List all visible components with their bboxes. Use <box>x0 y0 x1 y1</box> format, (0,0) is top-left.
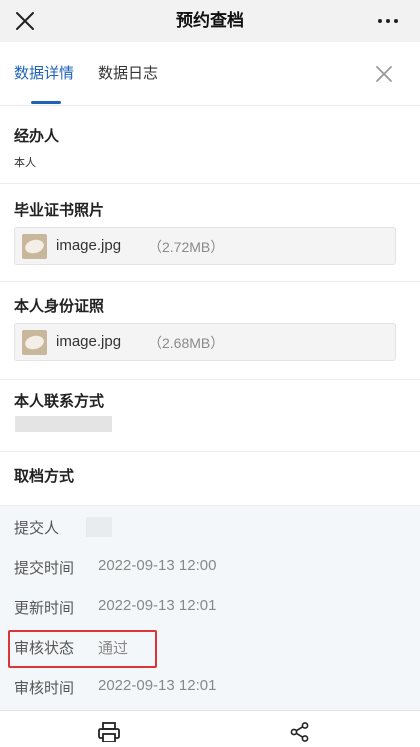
meta-label: 更新时间 <box>14 600 75 617</box>
meta-row-submit-time: 提交时间 2022-09-13 12:00 <box>0 557 420 577</box>
field-label: 本人身份证照 <box>14 298 105 315</box>
page-title: 预约查档 <box>176 11 244 30</box>
field-label: 经办人 <box>14 128 60 145</box>
active-tab-indicator <box>31 101 61 104</box>
meta-row-submitter: 提交人 <box>0 517 420 537</box>
close-icon[interactable] <box>375 65 393 83</box>
field-pickup-method: 取档方式 <box>0 452 420 506</box>
more-icon[interactable] <box>378 19 398 23</box>
redacted-value <box>86 517 112 537</box>
record-meta: 提交人 提交时间 2022-09-13 12:00 更新时间 2022-09-1… <box>0 506 420 710</box>
file-name: image.jpg <box>56 333 122 350</box>
meta-label: 审核时间 <box>14 680 75 697</box>
field-contact: 本人联系方式 <box>0 380 420 452</box>
redacted-value <box>15 416 112 432</box>
bottom-toolbar <box>0 710 420 747</box>
tab-bar: 数据详情 数据日志 <box>0 42 420 106</box>
file-size: （2.68MB） <box>148 335 225 351</box>
field-label: 取档方式 <box>14 468 75 485</box>
file-attachment[interactable]: image.jpg （2.72MB） <box>14 227 396 265</box>
meta-row-review-time: 审核时间 2022-09-13 12:01 <box>0 677 420 697</box>
meta-row-update-time: 更新时间 2022-09-13 12:01 <box>0 597 420 617</box>
field-label: 毕业证书照片 <box>14 202 105 219</box>
file-attachment[interactable]: image.jpg （2.68MB） <box>14 323 396 361</box>
meta-value: 2022-09-13 12:01 <box>98 677 217 694</box>
meta-value: 2022-09-13 12:00 <box>98 557 217 574</box>
image-thumbnail-icon <box>22 330 47 355</box>
field-diploma-photo: 毕业证书照片 image.jpg （2.72MB） <box>0 184 420 282</box>
field-value: 本人 <box>14 157 36 169</box>
tab-data-details[interactable]: 数据详情 <box>14 64 74 84</box>
file-size: （2.72MB） <box>148 239 225 255</box>
share-icon[interactable] <box>290 722 310 742</box>
image-thumbnail-icon <box>22 234 47 259</box>
field-label: 本人联系方式 <box>14 393 105 410</box>
file-name: image.jpg <box>56 237 122 254</box>
meta-label: 提交时间 <box>14 560 75 577</box>
tab-data-log[interactable]: 数据日志 <box>98 64 158 84</box>
printer-icon[interactable] <box>98 722 120 742</box>
field-handler: 经办人 本人 <box>0 107 420 184</box>
highlight-box <box>8 630 157 668</box>
field-id-photo: 本人身份证照 image.jpg （2.68MB） <box>0 282 420 380</box>
meta-value: 2022-09-13 12:01 <box>98 597 217 614</box>
top-bar: 预约查档 <box>0 0 420 42</box>
meta-label: 提交人 <box>14 520 60 537</box>
